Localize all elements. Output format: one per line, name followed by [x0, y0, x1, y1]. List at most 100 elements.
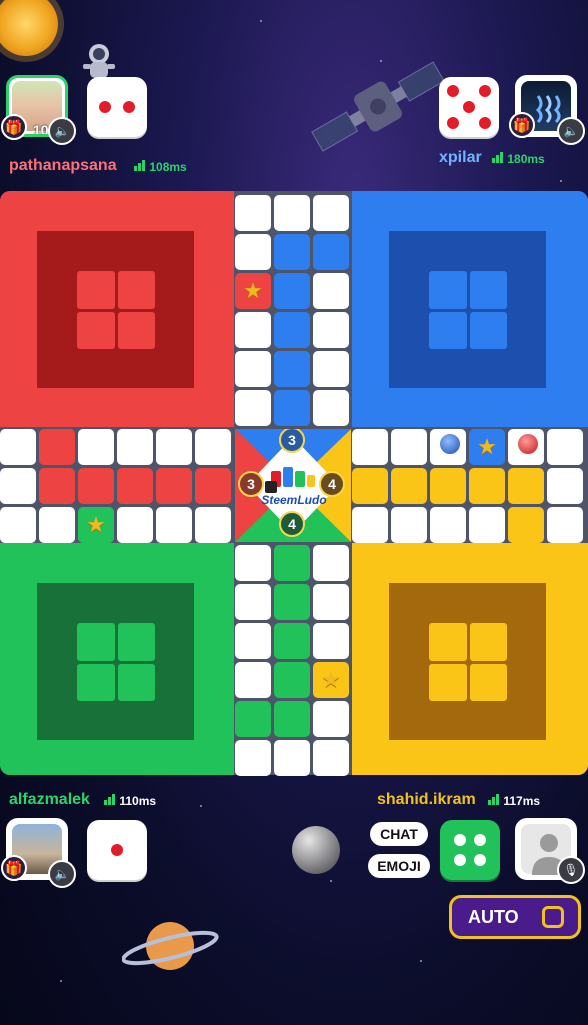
board-cell [274, 234, 310, 270]
board-cell [39, 507, 75, 543]
blue-token[interactable] [437, 431, 463, 457]
auto-checkbox[interactable] [542, 906, 564, 928]
board-cell [235, 662, 271, 698]
player-name-bottom-right: shahid.ikram [377, 791, 476, 808]
board-cell [508, 507, 544, 543]
board-cell [235, 701, 271, 737]
board-cell [274, 584, 310, 620]
signal-icon [134, 160, 146, 174]
board-cell [430, 468, 466, 504]
speaker-icon[interactable]: 🔈 [48, 860, 76, 888]
board-cell [313, 390, 349, 426]
board-cell [313, 195, 349, 231]
board-cell [430, 507, 466, 543]
satellite-decoration [300, 40, 460, 180]
board-cell [235, 623, 271, 659]
board-cell [547, 429, 583, 465]
ping-top-right: 180ms [492, 152, 545, 166]
board-cell [274, 701, 310, 737]
board-cell: ★ [469, 429, 505, 465]
blue-home [352, 191, 588, 427]
board-cell [274, 662, 310, 698]
board-cell [313, 740, 349, 776]
board-cell: ★ [78, 507, 114, 543]
board-cell: ★ [235, 273, 271, 309]
token-stack-yellow[interactable]: 4 [319, 471, 345, 497]
dice-bottom-right[interactable] [440, 820, 500, 880]
ludo-logo-text: SteemLudo [261, 493, 327, 507]
gift-icon[interactable]: 🎁 [1, 114, 27, 140]
board-cell [235, 351, 271, 387]
board-cell [117, 507, 153, 543]
board-cell [274, 623, 310, 659]
signal-icon [492, 152, 504, 166]
board-cell [235, 195, 271, 231]
board-cell [235, 390, 271, 426]
dice-top-left[interactable] [87, 77, 147, 137]
board-cell [235, 234, 271, 270]
ping-top-left: 108ms [134, 160, 187, 174]
gift-icon[interactable]: 🎁 [1, 855, 27, 881]
board-cell [78, 468, 114, 504]
board-cell [313, 351, 349, 387]
board-cell [508, 468, 544, 504]
board-cell [391, 468, 427, 504]
board-cell [274, 195, 310, 231]
board-cell [313, 234, 349, 270]
green-home [0, 543, 234, 775]
player-name-top-left: pathanapsana [9, 157, 117, 174]
signal-icon [104, 794, 116, 808]
board-cell: ★ [313, 662, 349, 698]
speaker-icon[interactable]: 🔈 [48, 117, 76, 145]
board-cell [78, 429, 114, 465]
board-cell [156, 507, 192, 543]
player-name-top-right: xpilar [439, 149, 482, 166]
token-stack-green[interactable]: 4 [279, 511, 305, 537]
board-cell [313, 273, 349, 309]
ping-bottom-left: 110ms [104, 794, 156, 808]
board-cell [195, 429, 231, 465]
star-icon: ★ [86, 512, 106, 537]
planet-decoration [121, 912, 222, 978]
board-cell [274, 351, 310, 387]
gift-icon[interactable]: 🎁 [509, 112, 535, 138]
board-cell [469, 468, 505, 504]
moon-decoration [292, 826, 340, 874]
star-icon: ★ [243, 278, 263, 303]
board-cell [313, 545, 349, 581]
microphone-icon[interactable]: 🎙 [557, 856, 585, 884]
board-cell [274, 273, 310, 309]
board-cell [195, 468, 231, 504]
dice-top-right[interactable] [439, 77, 499, 137]
board-cell [352, 468, 388, 504]
board-cell [352, 429, 388, 465]
chat-button[interactable]: CHAT [370, 822, 428, 846]
board-cell [235, 545, 271, 581]
dice-bottom-left[interactable] [87, 820, 147, 880]
star-icon: ★ [321, 667, 341, 692]
auto-label: AUTO [468, 906, 519, 927]
board-cell [313, 701, 349, 737]
board-cell [313, 312, 349, 348]
board-cell [235, 740, 271, 776]
token-stack-red[interactable]: 3 [238, 471, 264, 497]
board-cell [391, 507, 427, 543]
player-name-bottom-left: alfazmalek [9, 791, 90, 808]
red-token[interactable] [515, 431, 541, 457]
board-cell [195, 507, 231, 543]
board-cell [274, 740, 310, 776]
emoji-button[interactable]: EMOJI [368, 854, 430, 878]
board-cell [274, 312, 310, 348]
board-cell [39, 468, 75, 504]
board-cell [0, 468, 36, 504]
board-center: SteemLudo 3 3 4 4 [235, 429, 351, 542]
auto-play-button[interactable]: AUTO [449, 895, 581, 939]
board-cell [313, 623, 349, 659]
speaker-icon[interactable]: 🔈 [557, 117, 585, 145]
board-cell [156, 468, 192, 504]
sun-decoration [0, 0, 58, 56]
board-cell [117, 429, 153, 465]
star-icon: ★ [477, 434, 497, 459]
signal-icon [488, 794, 500, 808]
board-cell [547, 507, 583, 543]
